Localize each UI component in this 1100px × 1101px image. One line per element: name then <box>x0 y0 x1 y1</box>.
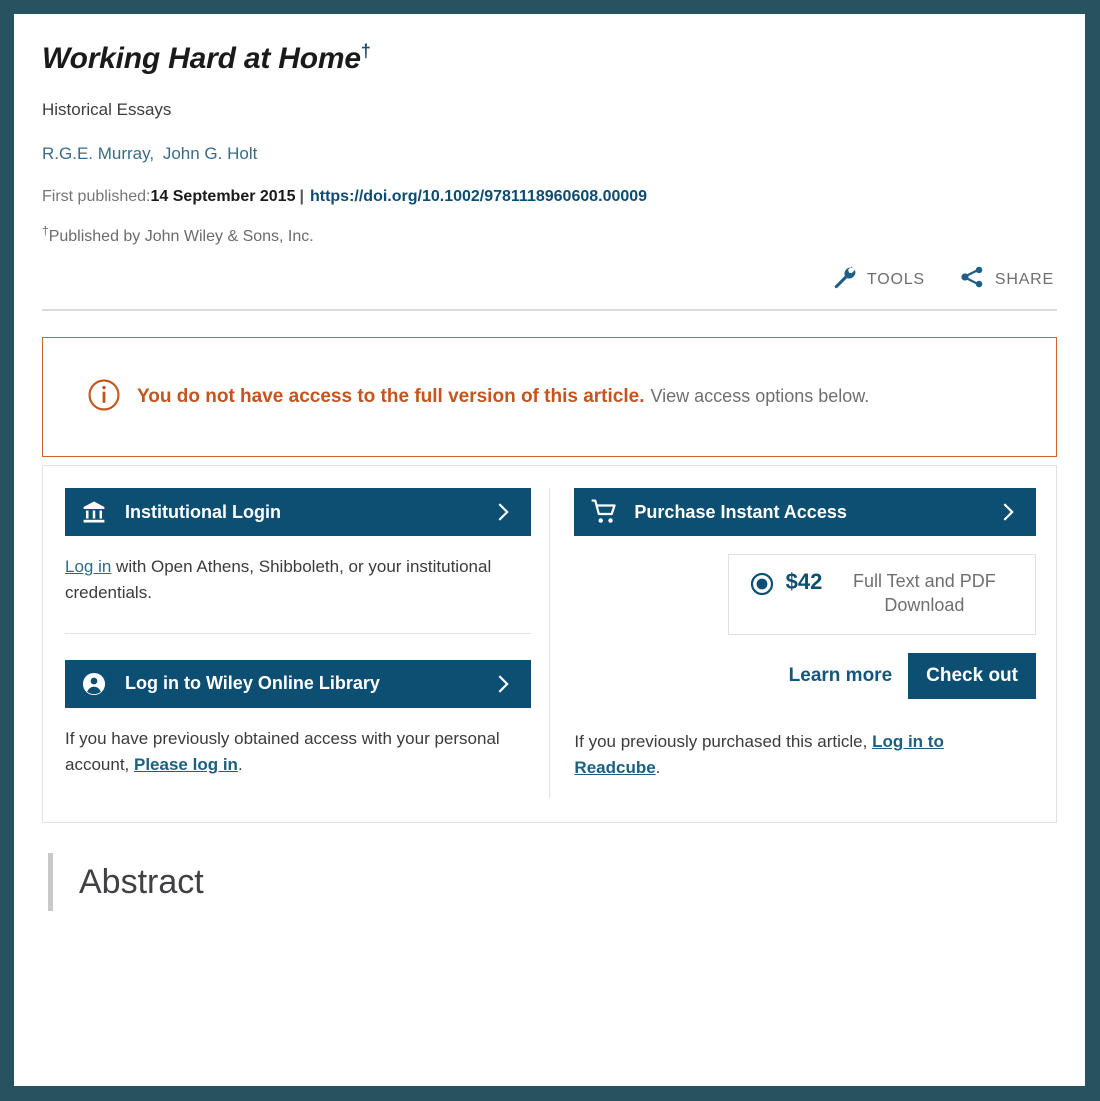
share-button[interactable]: SHARE <box>959 264 1054 295</box>
access-options-card: Institutional Login Log in with Open Ath… <box>42 465 1057 824</box>
price-radio-selected[interactable] <box>750 569 774 601</box>
check-out-button[interactable]: Check out <box>908 652 1036 699</box>
info-circle-icon <box>87 378 121 417</box>
share-icon <box>959 264 985 295</box>
abstract-section: Abstract <box>42 853 1057 912</box>
article-footnote: †Published by John Wiley & Sons, Inc. <box>42 225 1057 246</box>
wiley-login-label: Log in to Wiley Online Library <box>125 673 380 694</box>
purchase-instant-access-button[interactable]: Purchase Instant Access <box>574 488 1036 536</box>
page-frame: Working Hard at Home† Historical Essays … <box>0 0 1100 1101</box>
price-description: Full Text and PDF Download <box>852 571 996 616</box>
checkout-row: Learn more Check out <box>574 652 1036 699</box>
institutional-login-description-text: with Open Athens, Shibboleth, or your in… <box>65 557 492 603</box>
article-page: Working Hard at Home† Historical Essays … <box>14 14 1085 1086</box>
price-option-box[interactable]: $42 Full Text and PDF Download <box>728 554 1036 635</box>
wiley-login-description-text: If you have previously obtained access w… <box>65 728 500 775</box>
article-actions-row: TOOLS SHARE <box>42 264 1057 295</box>
tools-label: TOOLS <box>866 270 925 288</box>
publication-separator: | <box>299 188 304 205</box>
title-footnote-marker: † <box>360 41 371 61</box>
footnote-marker: † <box>42 223 49 238</box>
wiley-login-button[interactable]: Log in to Wiley Online Library <box>65 659 532 708</box>
author-link-2[interactable]: John G. Holt <box>163 144 258 163</box>
person-circle-icon <box>81 671 111 697</box>
login-options-column: Institutional Login Log in with Open Ath… <box>65 488 551 799</box>
article-title-text: Working Hard at Home <box>42 42 361 75</box>
shopping-cart-icon <box>590 498 620 526</box>
price-amount: $42 <box>785 569 823 594</box>
institutional-login-description: Log in with Open Athens, Shibboleth, or … <box>65 554 505 607</box>
institutional-login-link[interactable]: Log in <box>65 557 111 576</box>
please-log-in-link[interactable]: Please log in <box>134 755 238 774</box>
purchase-column: Purchase Instant Access $42 Full Text an… <box>550 488 1036 798</box>
readcube-note-text: If you previously purchased this article… <box>574 731 873 751</box>
wiley-login-description: If you have previously obtained access w… <box>65 726 505 779</box>
chevron-right-icon <box>493 674 517 694</box>
readcube-note-end: . <box>655 757 661 777</box>
price-option-line: $42 Full Text and PDF Download <box>747 569 1017 618</box>
author-link-1[interactable]: R.G.E. Murray, <box>42 144 154 163</box>
login-options-divider <box>65 632 532 634</box>
alert-message: You do not have access to the full versi… <box>137 386 869 408</box>
wrench-icon <box>831 264 857 295</box>
first-published-label: First published: <box>42 188 151 205</box>
abstract-heading: Abstract <box>79 862 204 901</box>
abstract-accent-bar <box>48 853 53 912</box>
purchase-instant-access-label: Purchase Instant Access <box>634 501 847 522</box>
institution-icon <box>81 499 111 525</box>
article-subtitle: Historical Essays <box>42 100 172 119</box>
section-divider <box>42 309 1057 311</box>
alert-content: You do not have access to the full versi… <box>65 378 869 417</box>
footnote-text: Published by John Wiley & Sons, Inc. <box>48 228 314 245</box>
alert-strong-text: You do not have access to the full versi… <box>137 386 645 407</box>
chevron-right-icon <box>998 502 1022 522</box>
institutional-login-label: Institutional Login <box>125 501 281 522</box>
author-list: R.G.E. Murray, John G. Holt <box>42 144 1057 164</box>
wiley-login-description-end: . <box>237 755 243 775</box>
no-access-alert: You do not have access to the full versi… <box>42 337 1057 457</box>
readcube-note: If you previously purchased this article… <box>574 729 1024 782</box>
share-label: SHARE <box>994 270 1054 288</box>
publication-line: First published:14 September 2015 | https:… <box>42 188 1057 206</box>
page-title: Working Hard at Home† <box>42 42 1057 76</box>
learn-more-link[interactable]: Learn more <box>789 665 892 687</box>
doi-link[interactable]: https://doi.org/10.1002/9781118960608.00… <box>310 188 647 205</box>
first-published-date: 14 September 2015 <box>150 188 296 205</box>
institutional-login-button[interactable]: Institutional Login <box>65 488 532 536</box>
alert-secondary-text: View access options below. <box>650 386 870 406</box>
price-option-row: $42 Full Text and PDF Download <box>574 554 1036 635</box>
chevron-right-icon <box>493 502 517 522</box>
tools-button[interactable]: TOOLS <box>831 264 925 295</box>
